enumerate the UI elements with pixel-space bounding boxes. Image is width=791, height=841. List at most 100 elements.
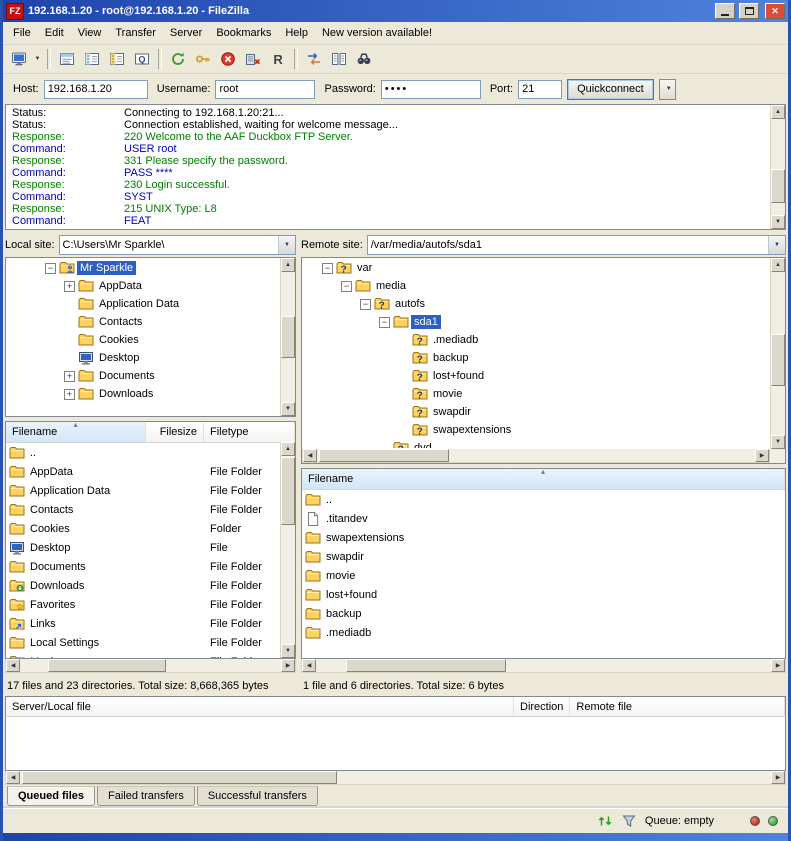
remote-tree-vertical-scrollbar[interactable]: ▲ ▼ <box>770 258 785 449</box>
menu-transfer[interactable]: Transfer <box>108 24 163 42</box>
tree-item[interactable]: ?swapdir <box>303 403 769 421</box>
menu-server[interactable]: Server <box>163 24 209 42</box>
scroll-up-button[interactable]: ▲ <box>281 442 295 456</box>
tree-item[interactable]: −?var <box>303 259 769 277</box>
scroll-right-button[interactable]: ▶ <box>281 659 295 672</box>
quickconnect-dropdown-button[interactable]: ▼ <box>659 79 676 100</box>
local-file-row[interactable]: DesktopFile <box>6 538 295 557</box>
scroll-left-button[interactable]: ◀ <box>302 659 316 672</box>
tree-item[interactable]: ?backup <box>303 349 769 367</box>
scrollbar-thumb[interactable] <box>22 771 337 784</box>
local-site-combobox[interactable]: C:\Users\Mr Sparkle\ ▼ <box>59 235 296 255</box>
local-list-vertical-scrollbar[interactable]: ▲ ▼ <box>280 442 295 658</box>
scrollbar-track[interactable] <box>771 272 785 435</box>
scroll-right-button[interactable]: ▶ <box>771 659 785 672</box>
scrollbar-thumb[interactable] <box>281 457 295 525</box>
scrollbar-thumb[interactable] <box>281 316 295 358</box>
local-file-row[interactable]: LinksFile Folder <box>6 614 295 633</box>
tree-item-label[interactable]: backup <box>430 351 471 365</box>
local-file-row[interactable]: ♪MusicFile Folder <box>6 652 295 658</box>
scroll-up-button[interactable]: ▲ <box>281 258 295 272</box>
tree-item[interactable]: Application Data <box>7 295 279 313</box>
tree-item[interactable]: +AppData <box>7 277 279 295</box>
tree-item[interactable]: + Documents <box>7 367 279 385</box>
remote-file-row[interactable]: backup <box>302 604 785 623</box>
speed-limits-icon[interactable] <box>597 813 613 829</box>
scroll-left-button[interactable]: ◀ <box>6 659 20 672</box>
menu-help[interactable]: Help <box>278 24 315 42</box>
local-file-row[interactable]: Application DataFile Folder <box>6 481 295 500</box>
local-file-row[interactable]: DocumentsFile Folder <box>6 557 295 576</box>
tree-item-label[interactable]: Mr Sparkle <box>77 261 136 275</box>
local-tree-vertical-scrollbar[interactable]: ▲ ▼ <box>280 258 295 416</box>
remote-file-row[interactable]: .titandev <box>302 509 785 528</box>
column-header-filename[interactable]: ▴Filename <box>6 422 146 442</box>
scrollbar-thumb[interactable] <box>346 659 506 672</box>
scroll-up-button[interactable]: ▲ <box>771 258 785 272</box>
site-manager-icon[interactable] <box>7 47 31 71</box>
tree-item-label[interactable]: var <box>354 261 375 275</box>
scrollbar-track[interactable] <box>317 449 755 462</box>
queue-horizontal-scrollbar[interactable]: ◀ ▶ <box>5 771 786 785</box>
tab-failed-transfers[interactable]: Failed transfers <box>97 786 195 806</box>
collapse-icon[interactable]: − <box>360 299 371 310</box>
tree-item-label[interactable]: movie <box>430 387 465 401</box>
collapse-icon[interactable]: − <box>341 281 352 292</box>
scrollbar-thumb[interactable] <box>771 334 785 386</box>
tree-item[interactable]: ?movie <box>303 385 769 403</box>
remote-horizontal-scrollbar[interactable]: ◀ ▶ <box>301 659 786 673</box>
tab-successful-transfers[interactable]: Successful transfers <box>197 786 318 806</box>
username-input[interactable] <box>215 80 315 99</box>
close-button[interactable]: ✕ <box>765 3 785 19</box>
password-input[interactable] <box>381 80 481 99</box>
toggle-queue-icon[interactable]: Q <box>130 47 154 71</box>
scrollbar-track[interactable] <box>771 119 785 215</box>
disconnect-icon[interactable] <box>241 47 265 71</box>
toggle-message-log-icon[interactable] <box>55 47 79 71</box>
column-header-remote-file[interactable]: Remote file <box>570 697 785 716</box>
cancel-icon[interactable] <box>216 47 240 71</box>
scroll-up-button[interactable]: ▲ <box>771 105 785 119</box>
scrollbar-track[interactable] <box>20 659 281 672</box>
remote-file-row[interactable]: lost+found <box>302 585 785 604</box>
scroll-left-button[interactable]: ◀ <box>6 771 20 784</box>
remote-file-row[interactable]: swapdir <box>302 547 785 566</box>
collapse-icon[interactable]: − <box>379 317 390 328</box>
tree-item-label[interactable]: Contacts <box>96 315 145 329</box>
collapse-icon[interactable]: − <box>322 263 333 274</box>
host-input[interactable] <box>44 80 148 99</box>
scrollbar-track[interactable] <box>281 456 295 644</box>
local-file-row[interactable]: FavoritesFile Folder <box>6 595 295 614</box>
chevron-down-icon[interactable]: ▼ <box>768 236 785 254</box>
scrollbar-track[interactable] <box>316 659 771 672</box>
remote-file-row[interactable]: movie <box>302 566 785 585</box>
scrollbar-track[interactable] <box>20 771 771 784</box>
collapse-icon[interactable]: − <box>45 263 56 274</box>
tree-item-label[interactable]: Cookies <box>96 333 142 347</box>
expand-icon[interactable]: + <box>64 389 75 400</box>
refresh-icon[interactable] <box>166 47 190 71</box>
tree-item-label[interactable]: Documents <box>96 369 158 383</box>
column-header-filesize[interactable]: Filesize <box>146 422 204 442</box>
menu-file[interactable]: File <box>6 24 38 42</box>
tree-item[interactable]: Contacts <box>7 313 279 331</box>
tree-item[interactable]: ?swapextensions <box>303 421 769 439</box>
scrollbar-track[interactable] <box>281 272 295 402</box>
find-files-icon[interactable] <box>352 47 376 71</box>
menu-edit[interactable]: Edit <box>38 24 71 42</box>
local-file-row[interactable]: CookiesFolder <box>6 519 295 538</box>
expand-icon[interactable]: + <box>64 371 75 382</box>
scroll-down-button[interactable]: ▼ <box>771 215 785 229</box>
tree-item-label[interactable]: .mediadb <box>430 333 481 347</box>
tree-item-label[interactable]: lost+found <box>430 369 487 383</box>
tree-item-label[interactable]: AppData <box>96 279 145 293</box>
log-vertical-scrollbar[interactable]: ▲ ▼ <box>770 105 785 229</box>
local-file-row[interactable]: ContactsFile Folder <box>6 500 295 519</box>
column-header-filename[interactable]: ▴Filename <box>302 469 785 489</box>
scroll-right-button[interactable]: ▶ <box>771 771 785 784</box>
tree-item-label[interactable]: Desktop <box>96 351 142 365</box>
tree-item[interactable]: ?.mediadb <box>303 331 769 349</box>
menu-new-version-available[interactable]: New version available! <box>315 24 439 42</box>
port-input[interactable] <box>518 80 562 99</box>
scroll-right-button[interactable]: ▶ <box>755 449 769 462</box>
